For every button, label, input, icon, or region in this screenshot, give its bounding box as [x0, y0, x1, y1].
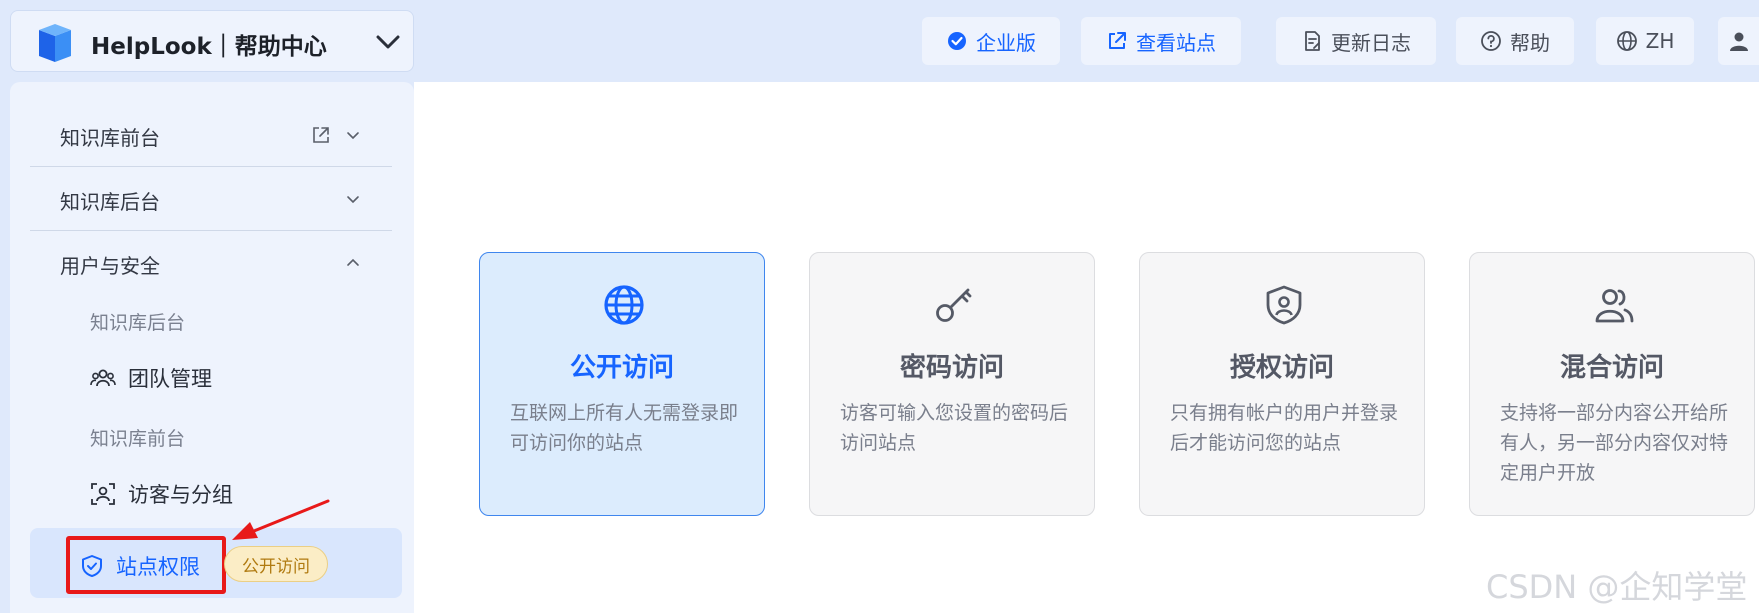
- visitor-scan-icon: [91, 483, 115, 505]
- main-content: 公开访问 互联网上所有人无需登录即可访问你的站点 密码访问 访客可输入您设置的密…: [414, 82, 1759, 613]
- access-card-desc: 访客可输入您设置的密码后访问站点: [840, 402, 1069, 454]
- users-icon: [1595, 289, 1634, 323]
- help-button[interactable]: 帮助: [1456, 17, 1574, 65]
- brand-switcher[interactable]: HelpLook｜帮助中心: [10, 10, 414, 72]
- sidebar-divider: [30, 230, 392, 231]
- access-card-title: 密码访问: [899, 353, 1004, 383]
- help-label: 帮助: [1510, 30, 1550, 55]
- status-badge: 公开访问: [224, 546, 328, 582]
- changelog-button[interactable]: 更新日志: [1276, 17, 1436, 65]
- sidebar: 知识库前台 知识库后台 用户与安全 知识库后台 团队管理 知识库前台 访客与分组: [10, 82, 414, 613]
- chevron-down-icon[interactable]: [344, 126, 362, 144]
- red-highlight-box: [66, 536, 226, 594]
- team-icon: [90, 369, 116, 387]
- top-bar: HelpLook｜帮助中心 企业版 查看站点 更新日志 帮助 ZH: [0, 0, 1759, 82]
- enterprise-label: 企业版: [976, 30, 1036, 55]
- sidebar-item-kb-backend[interactable]: 知识库后台: [90, 308, 185, 335]
- globe-icon: [604, 285, 644, 325]
- brand-name: HelpLook｜帮助中心: [91, 34, 327, 60]
- access-card-authorized[interactable]: 授权访问 只有拥有帐户的用户并登录后才能访问您的站点: [1139, 252, 1425, 516]
- sidebar-group-label: 用户与安全: [60, 253, 160, 278]
- document-icon: [1305, 31, 1320, 51]
- view-site-button[interactable]: 查看站点: [1081, 17, 1241, 65]
- chevron-down-icon[interactable]: [344, 190, 362, 208]
- access-card-title: 授权访问: [1229, 353, 1334, 383]
- helplook-logo-icon: [39, 24, 71, 62]
- check-circle-icon: [948, 32, 966, 50]
- access-card-password[interactable]: 密码访问 访客可输入您设置的密码后访问站点: [809, 252, 1095, 516]
- sidebar-group-kb-frontend[interactable]: 知识库前台: [30, 104, 392, 168]
- sidebar-group-label: 知识库前台: [60, 125, 160, 150]
- language-button[interactable]: ZH: [1596, 17, 1694, 65]
- red-arrow-annotation: [232, 499, 330, 540]
- chevron-down-icon[interactable]: [375, 33, 401, 51]
- user-avatar-button[interactable]: [1718, 17, 1759, 65]
- enterprise-button[interactable]: 企业版: [922, 17, 1060, 65]
- sidebar-group-kb-backend[interactable]: 知识库后台: [30, 168, 392, 232]
- access-card-title: 混合访问: [1559, 353, 1664, 383]
- globe-icon: [1616, 31, 1637, 51]
- access-card-desc: 支持将一部分内容公开给所有人，另一部分内容仅对特定用户开放: [1500, 402, 1729, 484]
- sidebar-item-team[interactable]: 团队管理: [90, 363, 212, 393]
- question-circle-icon: [1481, 31, 1501, 51]
- access-card-desc: 只有拥有帐户的用户并登录后才能访问您的站点: [1170, 402, 1399, 454]
- external-link-icon[interactable]: [312, 126, 330, 144]
- access-card-public[interactable]: 公开访问 互联网上所有人无需登录即可访问你的站点: [479, 252, 765, 516]
- access-card-mixed[interactable]: 混合访问 支持将一部分内容公开给所有人，另一部分内容仅对特定用户开放: [1469, 252, 1755, 516]
- changelog-label: 更新日志: [1331, 30, 1411, 55]
- shield-user-icon: [1266, 285, 1302, 325]
- sidebar-group-label: 知识库后台: [60, 189, 160, 214]
- watermark: CSDN @企知学堂: [1486, 568, 1748, 606]
- sidebar-divider: [30, 166, 392, 167]
- user-icon: [1729, 32, 1748, 51]
- sidebar-item-label: 访客与分组: [128, 483, 233, 507]
- sidebar-item-kb-frontend[interactable]: 知识库前台: [90, 424, 185, 451]
- external-link-icon: [1109, 32, 1126, 49]
- chevron-up-icon[interactable]: [344, 254, 362, 272]
- sidebar-item-label: 团队管理: [128, 367, 212, 391]
- sidebar-item-visitors[interactable]: 访客与分组: [90, 479, 233, 509]
- key-icon: [936, 288, 972, 322]
- language-label: ZH: [1645, 29, 1675, 53]
- sidebar-group-user-security[interactable]: 用户与安全: [30, 232, 392, 296]
- access-card-title: 公开访问: [569, 353, 674, 383]
- view-site-label: 查看站点: [1136, 30, 1216, 55]
- access-card-desc: 互联网上所有人无需登录即可访问你的站点: [510, 402, 739, 454]
